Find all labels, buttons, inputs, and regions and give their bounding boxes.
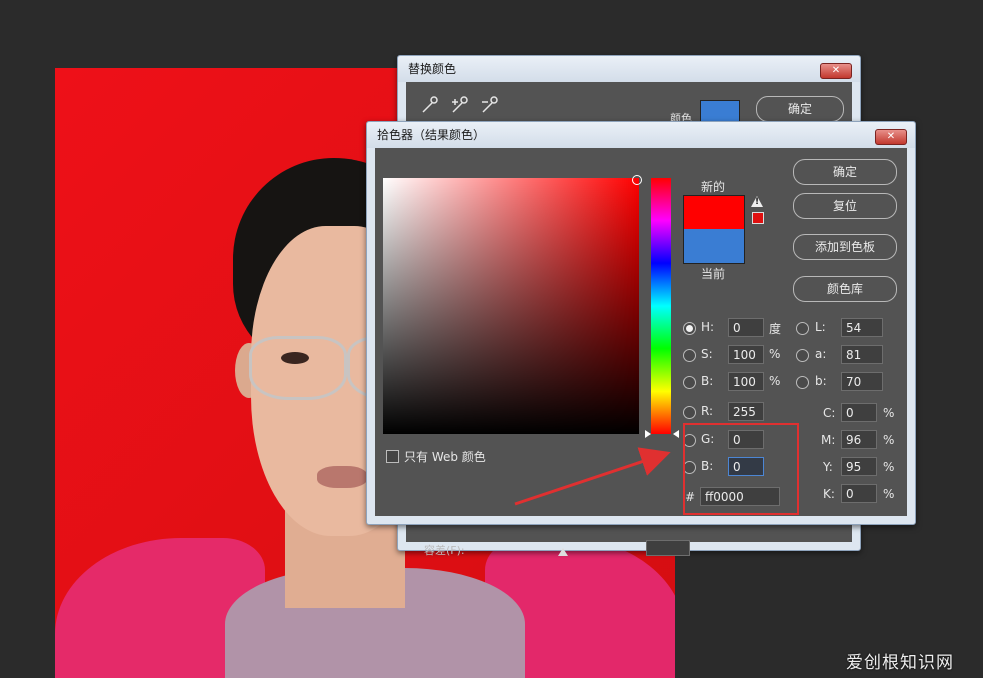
h-field[interactable]: 0 [728,318,764,337]
lab-b-field[interactable]: 70 [841,372,883,391]
warning-mark: ! [755,197,760,207]
a-label: a: [815,347,827,361]
radio-r[interactable] [683,406,696,419]
color-picker-close-button[interactable]: ✕ [875,129,907,145]
radio-h[interactable] [683,322,696,335]
color-picker-title: 拾色器（结果颜色） [367,122,915,148]
s-field[interactable]: 100 [728,345,764,364]
brightness-field[interactable]: 100 [728,372,764,391]
rgb-highlight-box [683,423,799,515]
new-color-swatch [683,195,745,230]
color-field-marker[interactable] [632,175,642,185]
eyedropper-subtract-icon [482,96,498,113]
reset-button[interactable]: 复位 [793,193,897,219]
y-unit: % [883,460,895,474]
radio-lab-b[interactable] [796,376,809,389]
a-field[interactable]: 81 [841,345,883,364]
saturation-brightness-field[interactable] [383,178,639,434]
h-unit: 度 [769,322,782,336]
lips [317,466,367,488]
y-field[interactable]: 95 [841,457,877,476]
radio-s[interactable] [683,349,696,362]
radio-l[interactable] [796,322,809,335]
watermark: 爱创根知识网 [846,653,954,673]
radio-brightness[interactable] [683,376,696,389]
glasses-lens-left [249,336,347,400]
hue-slider-arrow-right[interactable] [673,430,679,438]
lab-b-label: b: [815,374,827,388]
eye-left [281,352,309,364]
current-color-swatch[interactable] [683,229,745,264]
k-unit: % [883,487,895,501]
c-field[interactable]: 0 [841,403,877,422]
s-unit: % [769,347,781,361]
brightness-unit: % [769,374,781,388]
color-picker-ok-button[interactable]: 确定 [793,159,897,185]
c-label: C: [823,406,836,420]
gamut-correction-swatch[interactable] [752,212,764,224]
new-color-label: 新的 [701,180,726,194]
s-label: S: [701,347,713,361]
web-colors-only-label: 只有 Web 颜色 [404,450,486,464]
eyedropper-icon [422,96,438,113]
fuzziness-field[interactable] [646,540,690,556]
fuzziness-slider-thumb[interactable] [558,548,568,556]
c-unit: % [883,406,895,420]
l-field[interactable]: 54 [841,318,883,337]
hue-slider[interactable] [651,178,671,434]
color-libraries-button[interactable]: 颜色库 [793,276,897,302]
radio-a[interactable] [796,349,809,362]
replace-color-close-button[interactable]: ✕ [820,63,852,79]
r-field[interactable]: 255 [728,402,764,421]
h-label: H: [701,320,715,334]
current-color-label: 当前 [701,267,726,281]
fuzziness-label: 容差(F): [424,544,465,557]
color-picker-body: 新的 当前 ! 确定 复位 添加到色板 颜色库 H: 0 度 S: 100 % … [375,148,907,516]
eyedropper-add-icon [452,96,468,113]
k-field[interactable]: 0 [841,484,877,503]
m-unit: % [883,433,895,447]
m-label: M: [821,433,836,447]
web-colors-only-checkbox[interactable] [386,450,399,463]
eyedropper-tools [422,96,498,113]
color-picker-dialog: 拾色器（结果颜色） ✕ 新的 当前 ! 确定 复位 添加到色板 颜色库 H: 0… [366,121,916,525]
y-label: Y: [823,460,833,474]
replace-color-ok-button[interactable]: 确定 [756,96,844,122]
add-to-swatches-button[interactable]: 添加到色板 [793,234,897,260]
hue-slider-arrow-left[interactable] [645,430,651,438]
r-label: R: [701,404,714,418]
brightness-label: B: [701,374,714,388]
replace-color-title: 替换颜色 [398,56,860,82]
l-label: L: [815,320,826,334]
m-field[interactable]: 96 [841,430,877,449]
k-label: K: [823,487,835,501]
